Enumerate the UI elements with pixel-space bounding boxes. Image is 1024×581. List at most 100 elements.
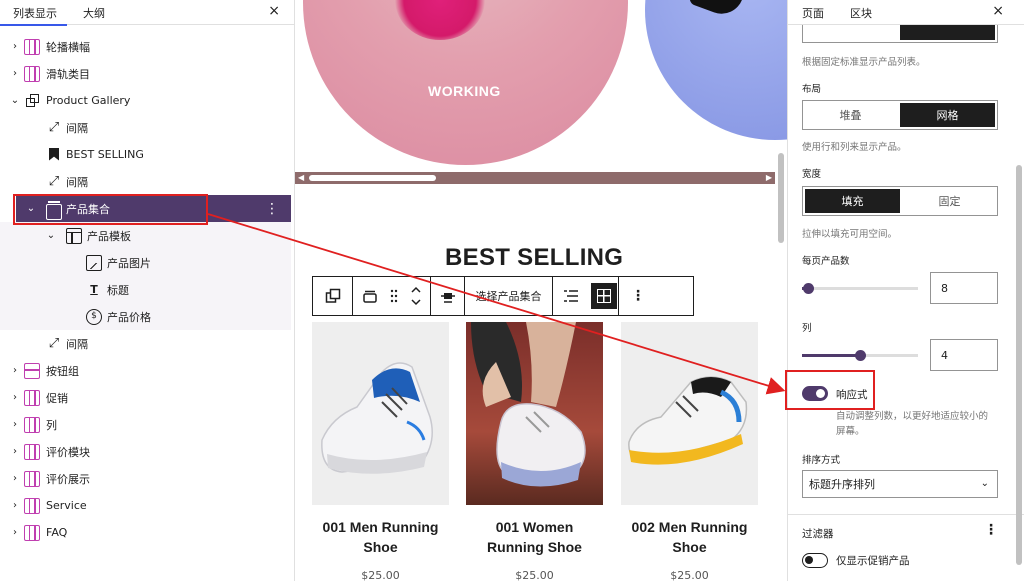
close-icon[interactable]: × <box>268 3 280 19</box>
list-view-toggle[interactable] <box>553 277 589 315</box>
query-type-toggle[interactable] <box>802 25 998 43</box>
product-image[interactable] <box>312 322 449 505</box>
list-view-panel: 列表显示 大纲 × › 轮播横幅 › 滑轨类目 ⌄ Product Gallery ⤢ 间隔 B… <box>0 0 295 581</box>
block-toolbar: 选择产品集合 ⋮ <box>312 276 694 316</box>
tree-item[interactable]: › FAQ <box>0 519 291 546</box>
tree-item[interactable]: ⤢ 间隔 <box>0 330 291 357</box>
chevron-right-icon[interactable]: › <box>10 419 20 430</box>
choose-collection-button[interactable]: 选择产品集合 <box>465 277 553 315</box>
tree-item[interactable]: › 评价展示 <box>0 465 291 492</box>
tree-item[interactable]: 产品图片 <box>0 249 291 276</box>
scrollbar-thumb[interactable] <box>309 175 436 181</box>
tree-item[interactable]: › Service <box>0 492 291 519</box>
tree-item[interactable]: BEST SELLING <box>0 141 291 168</box>
tree-item[interactable]: ⌄ Product Gallery <box>0 87 291 114</box>
tab-page[interactable]: 页面 <box>802 5 824 21</box>
tree-item[interactable]: › 列 <box>0 411 291 438</box>
slider-knob[interactable] <box>855 350 866 361</box>
slider-knob[interactable] <box>802 283 814 294</box>
order-select[interactable]: 标题升序排列 ⌄ <box>802 470 998 498</box>
layout-toggle[interactable]: 堆叠 网格 <box>802 100 998 130</box>
product-image[interactable] <box>466 322 603 505</box>
tree-item[interactable]: ⌄ 产品模板 <box>0 222 291 249</box>
product-title[interactable]: 002 Men Running Shoe <box>621 517 758 557</box>
layout-option-grid[interactable]: 网格 <box>900 103 995 127</box>
tab-list-view[interactable]: 列表显示 <box>0 5 67 26</box>
width-option-fill[interactable]: 填充 <box>805 189 900 213</box>
tree-item[interactable]: $ 产品价格 <box>0 303 291 330</box>
canvas-scrollbar[interactable] <box>777 0 785 581</box>
width-option-fixed[interactable]: 固定 <box>902 187 997 215</box>
divider <box>788 514 1024 515</box>
tree-item[interactable]: ⤢ 间隔 <box>0 168 291 195</box>
chevron-right-icon[interactable]: › <box>10 365 20 376</box>
more-vertical-icon[interactable]: ⋮ <box>265 201 279 217</box>
scroll-right-icon[interactable]: ▶ <box>766 173 772 182</box>
product-card[interactable]: 001 Men Running Shoe $25.00 <box>312 322 449 581</box>
scroll-left-icon[interactable]: ◀ <box>298 173 304 182</box>
layout-option-stack[interactable]: 堆叠 <box>803 101 898 129</box>
per-page-input[interactable]: 8 <box>930 272 998 304</box>
chevron-right-icon[interactable]: › <box>10 68 20 79</box>
tree-item[interactable]: T 标题 <box>0 276 291 303</box>
move-up-down-icon[interactable] <box>401 277 431 315</box>
tree-item-label: FAQ <box>46 526 68 539</box>
tree-item[interactable]: › 轮播横幅 <box>0 33 291 60</box>
chevron-right-icon[interactable]: › <box>10 392 20 403</box>
canvas-scrollbar-thumb[interactable] <box>778 153 784 243</box>
chevron-down-icon[interactable]: ⌄ <box>46 230 56 241</box>
query-help-text: 根据固定标准显示产品列表。 <box>802 57 926 68</box>
close-icon[interactable]: × <box>992 3 1004 19</box>
product-collection-icon <box>46 201 62 220</box>
tab-block[interactable]: 区块 <box>850 5 872 21</box>
product-collection-icon <box>363 290 377 303</box>
width-toggle[interactable]: 填充 固定 <box>802 186 998 216</box>
columns-input[interactable]: 4 <box>930 339 998 371</box>
product-title[interactable]: 001 Women Running Shoe <box>466 517 603 557</box>
sidebar-scrollbar[interactable] <box>1016 165 1022 565</box>
chevron-down-icon[interactable]: ⌄ <box>26 203 36 214</box>
grid-view-toggle[interactable] <box>589 277 619 315</box>
responsive-label: 响应式 <box>836 389 868 401</box>
carousel-scrollbar[interactable]: ◀ ▶ <box>295 172 775 184</box>
tree-item[interactable]: › 滑轨类目 <box>0 60 291 87</box>
group-icon <box>24 93 40 109</box>
more-vertical-icon: ⋮ <box>631 288 645 304</box>
product-image[interactable] <box>621 322 758 505</box>
parent-block-button[interactable] <box>313 277 353 315</box>
tree-item-label: Service <box>46 499 87 512</box>
product-card[interactable]: 001 Women Running Shoe $25.00 <box>466 322 603 581</box>
tree-item[interactable]: › 评价模块 <box>0 438 291 465</box>
product-title[interactable]: 001 Men Running Shoe <box>312 517 449 557</box>
hero-image-blue <box>645 0 787 140</box>
layout-help-text: 使用行和列来显示产品。 <box>802 142 907 153</box>
responsive-toggle[interactable] <box>802 386 828 401</box>
chevron-right-icon[interactable]: › <box>10 41 20 52</box>
chevron-right-icon[interactable]: › <box>10 446 20 457</box>
chevron-right-icon[interactable]: › <box>10 500 20 511</box>
tree-item[interactable]: ⤢ 间隔 <box>0 114 291 141</box>
columns-slider[interactable] <box>802 350 918 361</box>
block-options-button[interactable]: ⋮ <box>619 277 657 315</box>
more-vertical-icon[interactable]: ⋮ <box>984 522 998 538</box>
tab-outline[interactable]: 大纲 <box>83 5 105 21</box>
product-grid: 001 Men Running Shoe $25.00 001 Women Ru… <box>312 322 762 581</box>
tree-item[interactable]: › 促销 <box>0 384 291 411</box>
tree-item[interactable]: › 按钮组 <box>0 357 291 384</box>
product-card[interactable]: 002 Men Running Shoe $25.00 <box>621 322 758 581</box>
chevron-down-icon: ⌄ <box>980 478 989 489</box>
columns-label: 列 <box>802 323 812 334</box>
align-button[interactable] <box>431 277 465 315</box>
chevron-right-icon[interactable]: › <box>10 473 20 484</box>
spacer-icon: ⤢ <box>48 335 60 351</box>
per-page-slider[interactable] <box>802 283 918 294</box>
tree-item[interactable]: ⌄ 产品集合 ⋮ <box>16 195 291 222</box>
chevron-down-icon[interactable]: ⌄ <box>10 95 20 106</box>
on-sale-toggle[interactable] <box>802 553 828 568</box>
drag-handle-icon[interactable] <box>387 277 401 315</box>
tree-item-label: 评价模块 <box>46 445 90 459</box>
block-type-button[interactable] <box>353 277 387 315</box>
section-title[interactable]: BEST SELLING <box>445 244 623 272</box>
chevron-right-icon[interactable]: › <box>10 527 20 538</box>
columns-icon <box>24 38 40 55</box>
